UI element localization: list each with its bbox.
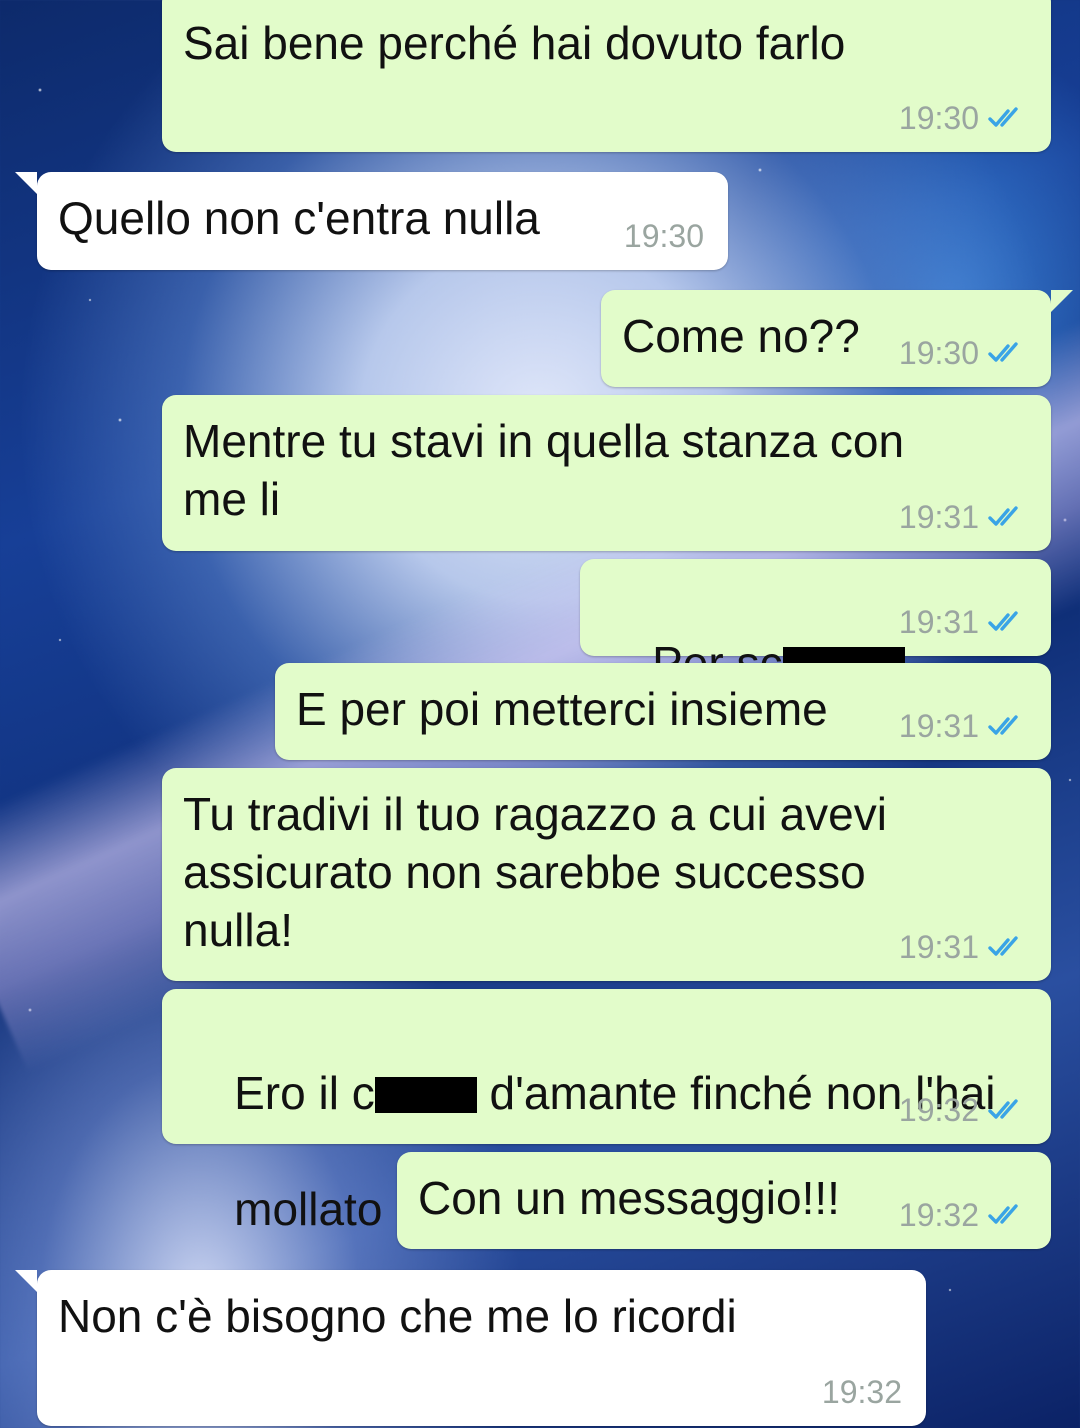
- message-meta: 19:32: [899, 1092, 1027, 1128]
- message-time: 19:30: [623, 218, 704, 254]
- message-bubble-incoming[interactable]: Non c'è bisogno che me lo ricordi 19:32: [15, 1270, 926, 1426]
- double-check-icon: [988, 342, 1018, 362]
- message-time: 19:31: [898, 499, 979, 535]
- message-bubble-outgoing[interactable]: Come no?? 19:30: [601, 290, 1073, 387]
- message-meta: 19:30: [899, 100, 1027, 136]
- redaction-bar: [374, 1077, 477, 1113]
- double-check-icon: [988, 936, 1018, 956]
- message-text: Sai bene perché hai dovuto farlo: [183, 17, 846, 69]
- message-bubble-outgoing[interactable]: Tu tradivi il tuo ragazzo a cui avevi as…: [162, 768, 1051, 981]
- double-check-icon: [988, 506, 1018, 526]
- message-meta: 19:30: [899, 335, 1027, 371]
- message-meta: 19:32: [822, 1374, 902, 1410]
- double-check-icon: [988, 1204, 1018, 1224]
- message-bubble-incoming[interactable]: Quello non c'entra nulla 19:30: [15, 172, 728, 270]
- double-check-icon: [988, 107, 1018, 127]
- message-meta: 19:31: [899, 929, 1027, 965]
- message-time: 19:30: [898, 335, 979, 371]
- message-text: Con un messaggio!!!: [418, 1172, 840, 1224]
- double-check-icon: [988, 611, 1018, 631]
- message-text-part: Ero il c: [234, 1067, 375, 1119]
- message-meta: 19:31: [899, 708, 1027, 744]
- double-check-icon: [988, 715, 1018, 735]
- message-bubble-outgoing[interactable]: Sai bene perché hai dovuto farlo 19:30: [162, 0, 1051, 152]
- message-text: Come no??: [622, 310, 860, 362]
- message-time: 19:32: [821, 1374, 902, 1410]
- message-text: E per poi metterci insieme: [296, 683, 828, 735]
- message-text: Non c'è bisogno che me lo ricordi: [58, 1290, 737, 1342]
- message-meta: 19:31: [899, 499, 1027, 535]
- message-time: 19:32: [898, 1092, 979, 1128]
- message-meta: 19:31: [899, 604, 1027, 640]
- message-bubble-outgoing[interactable]: Mentre tu stavi in quella stanza con me …: [162, 395, 1051, 551]
- message-text: Quello non c'entra nulla: [58, 192, 540, 244]
- message-time: 19:30: [898, 100, 979, 136]
- message-meta: 19:30: [624, 218, 704, 254]
- double-check-icon: [988, 1099, 1018, 1119]
- message-time: 19:31: [898, 708, 979, 744]
- message-bubble-outgoing[interactable]: E per poi metterci insieme 19:31: [275, 663, 1051, 760]
- message-text: Tu tradivi il tuo ragazzo a cui avevi as…: [183, 788, 887, 956]
- message-bubble-outgoing[interactable]: Con un messaggio!!! 19:32: [397, 1152, 1051, 1249]
- message-time: 19:32: [898, 1197, 979, 1233]
- message-meta: 19:32: [899, 1197, 1027, 1233]
- message-text: Mentre tu stavi in quella stanza con me …: [183, 415, 905, 525]
- message-bubble-outgoing[interactable]: Ero il c d'amante finché non l'hai molla…: [162, 989, 1051, 1235]
- message-bubble-outgoing[interactable]: Per sc 19:31: [580, 559, 1051, 689]
- message-time: 19:31: [898, 929, 979, 965]
- message-text: Ero il c d'amante finché non l'hai molla…: [183, 1006, 995, 1296]
- message-time: 19:31: [898, 604, 979, 640]
